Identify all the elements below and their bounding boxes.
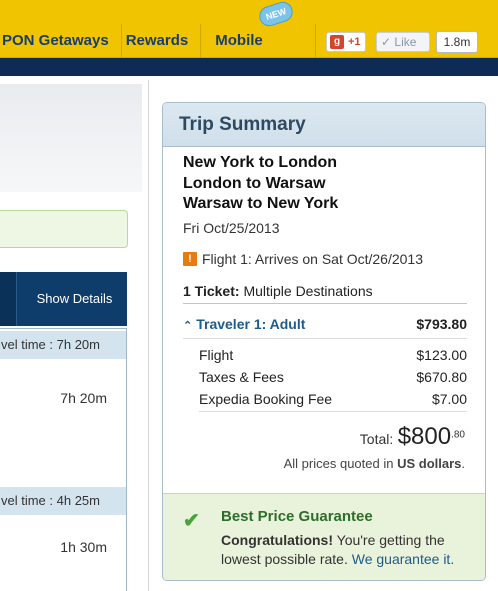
left-header-panel — [0, 84, 142, 192]
ticket-value: Multiple Destinations — [243, 283, 373, 299]
guarantee-link[interactable]: We guarantee it. — [352, 551, 454, 567]
nav-item-getaways[interactable]: PON Getaways — [0, 24, 122, 58]
duration-value: 1h 30m — [60, 539, 107, 555]
traveler-label: Traveler 1: Adult — [196, 316, 306, 332]
google-plus-button[interactable]: g +1 — [326, 32, 366, 52]
left-tab-bar: Show Details — [0, 272, 127, 326]
google-plus-icon: g — [330, 35, 344, 49]
route-list: New York to London London to Warsaw Wars… — [183, 153, 338, 215]
price-line-taxes: Taxes & Fees $670.80 — [199, 369, 467, 389]
price-line-label: Taxes & Fees — [199, 369, 284, 385]
total-cents: .80 — [451, 429, 465, 441]
traveler-row[interactable]: ⌃ Traveler 1: Adult $793.80 — [183, 316, 467, 336]
traveler-amount: $793.80 — [416, 316, 467, 332]
price-line-flight: Flight $123.00 — [199, 347, 467, 367]
guarantee-title: Best Price Guarantee — [221, 508, 373, 525]
guarantee-text: Congratulations! You're getting the lowe… — [221, 531, 471, 569]
price-line-amount: $7.00 — [431, 391, 467, 407]
best-price-guarantee: ✔ Best Price Guarantee Congratulations! … — [163, 493, 485, 580]
price-line-amount: $123.00 — [416, 347, 467, 363]
ticket-info: 1 Ticket: Multiple Destinations — [183, 283, 373, 299]
chevron-up-icon: ⌃ — [183, 320, 193, 332]
separator — [183, 303, 467, 304]
currency-note-pre: All prices quoted in — [283, 456, 394, 471]
travel-time-row: vel time : 4h 25m — [0, 487, 126, 515]
duration-value: 7h 20m — [60, 390, 107, 406]
arrival-warning-text: Flight 1: Arrives on Sat Oct/26/2013 — [202, 251, 424, 267]
trip-summary-title: Trip Summary — [163, 103, 485, 147]
warning-icon: ! — [183, 252, 197, 266]
nav-item-mobile-label: Mobile — [215, 32, 263, 49]
price-line-label: Expedia Booking Fee — [199, 391, 333, 407]
nav-item-rewards[interactable]: Rewards — [122, 24, 202, 58]
price-line-booking-fee: Expedia Booking Fee $7.00 — [199, 391, 467, 411]
checkmark-icon: ✔ — [183, 510, 200, 532]
nav-items: PON Getaways Rewards Mobile NEW — [0, 0, 316, 58]
route-item: Warsaw to New York — [183, 195, 339, 212]
route-item: New York to London — [183, 154, 338, 171]
nav-item-mobile[interactable]: Mobile NEW — [201, 0, 316, 58]
total-price: Total: $800.80 — [360, 423, 465, 451]
guarantee-bold: Congratulations! — [221, 532, 333, 548]
like-button[interactable]: ✓ Like — [376, 32, 430, 52]
trip-date: Fri Oct/25/2013 — [183, 220, 280, 236]
thumbs-up-icon: ✓ — [381, 35, 392, 49]
price-line-label: Flight — [199, 347, 234, 363]
like-count: 1.8m — [436, 31, 478, 53]
top-nav-bar: PON Getaways Rewards Mobile NEW g +1 ✓ L… — [0, 0, 498, 58]
ticket-label: 1 Ticket: — [183, 283, 240, 299]
flight-detail-panel: vel time : 7h 20m 7h 20m vel time : 4h 2… — [0, 328, 127, 591]
show-details-button[interactable]: Show Details — [22, 272, 127, 326]
column-divider — [148, 80, 149, 591]
like-label: Like — [394, 35, 417, 49]
google-plus-label: +1 — [348, 36, 361, 48]
traveler-toggle[interactable]: ⌃ Traveler 1: Adult — [183, 316, 305, 332]
new-badge: NEW — [256, 0, 296, 29]
separator — [183, 338, 467, 339]
navy-strip — [0, 58, 498, 76]
currency-name: US dollars — [397, 456, 462, 471]
trip-summary-panel: Trip Summary New York to London London t… — [162, 102, 486, 581]
currency-note: All prices quoted in US dollars. — [284, 456, 465, 471]
left-green-box — [0, 210, 128, 248]
travel-time-row: vel time : 7h 20m — [0, 331, 126, 359]
total-amount: $800 — [397, 423, 452, 450]
arrival-warning: ! Flight 1: Arrives on Sat Oct/26/2013 — [183, 251, 423, 267]
total-label: Total: — [359, 431, 394, 447]
separator — [199, 411, 467, 412]
price-line-amount: $670.80 — [416, 369, 467, 385]
route-item: London to Warsaw — [183, 174, 326, 192]
currency-note-post: . — [461, 456, 465, 471]
left-tab-edge[interactable] — [0, 272, 17, 326]
